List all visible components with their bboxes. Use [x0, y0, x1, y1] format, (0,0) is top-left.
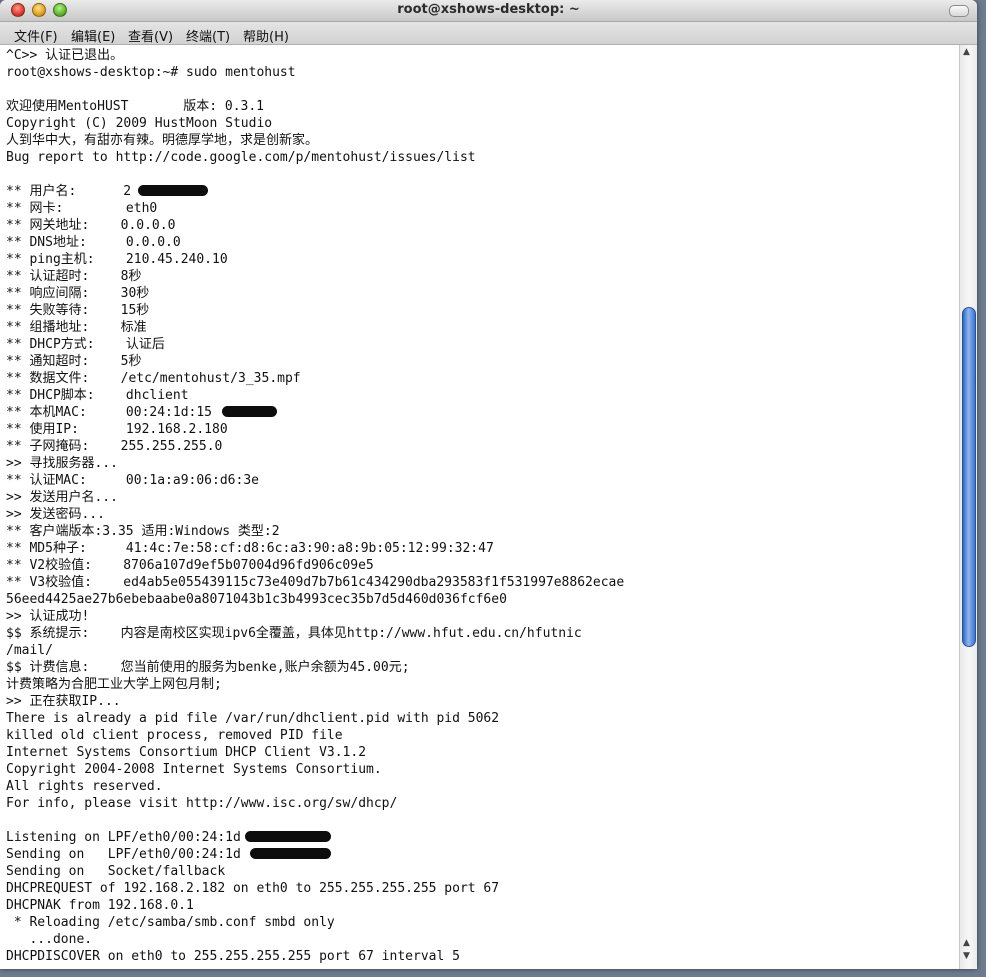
vertical-scrollbar[interactable]: ▲ ▲ ▼: [959, 45, 977, 969]
terminal-line: DHCPNAK from 192.168.0.1: [6, 898, 194, 913]
terminal-line: ** 通知超时: 5秒: [6, 354, 142, 369]
terminal-line: ^C>> 认证已退出。: [6, 48, 124, 63]
redaction-mark: [222, 406, 277, 417]
terminal-line: >> 发送密码...: [6, 507, 105, 522]
terminal-line: Internet Systems Consortium DHCP Client …: [6, 745, 367, 760]
terminal-line: ** 网卡: eth0: [6, 201, 158, 216]
menu-bar: 文件(F) 编辑(E) 查看(V) 终端(T) 帮助(H): [0, 22, 977, 45]
terminal-line: >> 认证成功!: [6, 609, 90, 624]
terminal-line: Bug report to http://code.google.com/p/m…: [6, 150, 476, 165]
terminal-window: root@xshows-desktop: ~ 文件(F) 编辑(E) 查看(V)…: [0, 0, 977, 969]
terminal-line: ** 本机MAC: 00:24:1d:15: [6, 405, 213, 420]
redaction-mark: [138, 185, 208, 196]
terminal-line: >> 正在获取IP...: [6, 694, 121, 709]
terminal-output[interactable]: ^C>> 认证已退出。 root@xshows-desktop:~# sudo m…: [0, 45, 959, 969]
terminal-line: Copyright 2004-2008 Internet Systems Con…: [6, 762, 382, 777]
terminal-line: /mail/: [6, 643, 53, 658]
terminal-line: DHCPDISCOVER on eth0 to 255.255.255.255 …: [6, 949, 460, 964]
terminal-line: ...done.: [6, 932, 93, 947]
terminal-line: ** 用户名: 2: [6, 184, 132, 199]
terminal-line: >> 发送用户名...: [6, 490, 118, 505]
terminal-line: Sending on LPF/eth0/00:24:1d: [6, 847, 241, 862]
terminal-line: ** DNS地址: 0.0.0.0: [6, 235, 181, 250]
terminal-line: ** DHCP方式: 认证后: [6, 337, 165, 352]
scroll-up-arrow-icon[interactable]: ▲: [963, 938, 970, 948]
terminal-line: ** 使用IP: 192.168.2.180: [6, 422, 228, 437]
scroll-up-arrow-icon[interactable]: ▲: [963, 47, 970, 57]
menu-help[interactable]: 帮助(H): [243, 26, 289, 45]
terminal-line: ** 失败等待: 15秒: [6, 303, 150, 318]
terminal-line: 计费策略为合肥工业大学上网包月制;: [6, 677, 222, 692]
terminal-line: ** 客户端版本:3.35 适用:Windows 类型:2: [6, 524, 280, 539]
window-title: root@xshows-desktop: ~: [397, 2, 580, 17]
terminal-line: DHCPREQUEST of 192.168.2.182 on eth0 to …: [6, 881, 500, 896]
terminal-line: ** MD5种子: 41:4c:7e:58:cf:d8:6c:a3:90:a8:…: [6, 541, 494, 556]
terminal-line: ** 组播地址: 标准: [6, 320, 147, 335]
terminal-line: Sending on Socket/fallback: [6, 864, 226, 879]
terminal-line: $$ 计费信息: 您当前使用的服务为benke,账户余额为45.00元;: [6, 660, 410, 675]
menu-view[interactable]: 查看(V): [128, 26, 173, 45]
terminal-line: All rights reserved.: [6, 779, 163, 794]
terminal-line: Copyright (C) 2009 HustMoon Studio: [6, 116, 273, 131]
terminal-line: ** V2校验值: 8706a107d9ef5b07004d96fd906c09…: [6, 558, 374, 573]
terminal-line: * Reloading /etc/samba/smb.conf smbd onl…: [6, 915, 335, 930]
terminal-line: ** DHCP脚本: dhclient: [6, 388, 189, 403]
terminal-line: For info, please visit http://www.isc.or…: [6, 796, 398, 811]
terminal-line: ** 子网掩码: 255.255.255.0: [6, 439, 223, 454]
terminal-line: ** 响应间隔: 30秒: [6, 286, 150, 301]
terminal-line: ** 数据文件: /etc/mentohust/3_35.mpf: [6, 371, 301, 386]
scroll-down-arrow-icon[interactable]: ▼: [963, 951, 970, 961]
menu-file[interactable]: 文件(F): [14, 26, 58, 45]
terminal-line: root@xshows-desktop:~# sudo mentohust: [6, 65, 296, 80]
terminal-line: ** 网关地址: 0.0.0.0: [6, 218, 176, 233]
title-bar[interactable]: root@xshows-desktop: ~: [0, 0, 977, 22]
redaction-mark: [250, 848, 331, 859]
scrollbar-thumb[interactable]: [962, 307, 976, 647]
terminal-line: There is already a pid file /var/run/dhc…: [6, 711, 500, 726]
terminal-line: >> 寻找服务器...: [6, 456, 118, 471]
terminal-line: ** V3校验值: ed4ab5e055439115c73e409d7b7b61…: [6, 575, 625, 590]
terminal-line: ** 认证超时: 8秒: [6, 269, 142, 284]
terminal-line: 56eed4425ae27b6ebebaabe0a8071043b1c3b499…: [6, 592, 507, 607]
terminal-line: $$ 系统提示: 内容是南校区实现ipv6全覆盖，具体见http://www.h…: [6, 626, 582, 641]
terminal-line: ** 认证MAC: 00:1a:a9:06:d6:3e: [6, 473, 259, 488]
terminal-line: killed old client process, removed PID f…: [6, 728, 343, 743]
toolbar-toggle-button[interactable]: [949, 5, 969, 17]
terminal-line: Listening on LPF/eth0/00:24:1d: [6, 830, 241, 845]
menu-edit[interactable]: 编辑(E): [71, 26, 115, 45]
terminal-line: ** ping主机: 210.45.240.10: [6, 252, 228, 267]
terminal-line: 欢迎使用MentoHUST 版本: 0.3.1: [6, 99, 265, 114]
terminal-line: 人到华中大，有甜亦有辣。明德厚学地，求是创新家。: [6, 133, 319, 148]
menu-terminal[interactable]: 终端(T): [186, 26, 230, 45]
redaction-mark: [245, 831, 331, 842]
